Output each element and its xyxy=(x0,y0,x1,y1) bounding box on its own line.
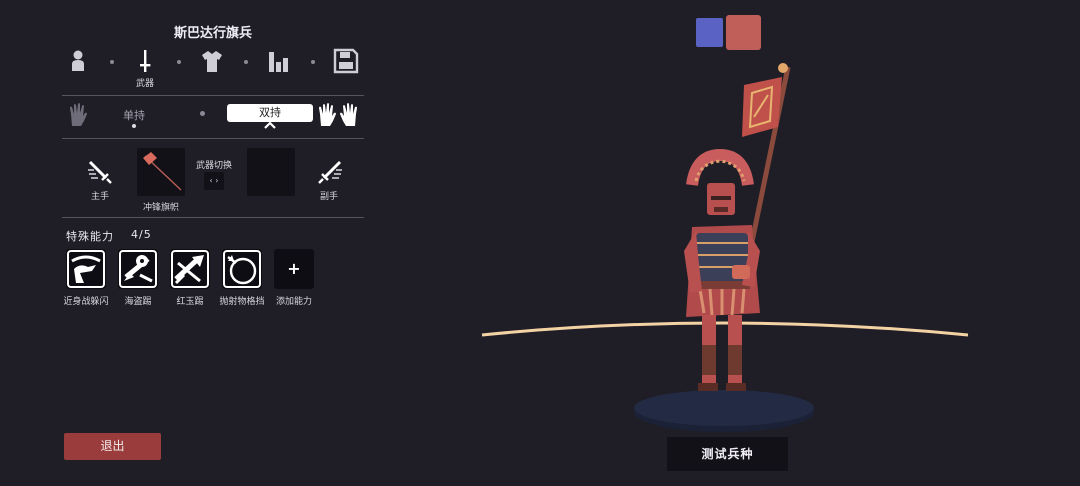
off-hand-label: 副手 xyxy=(319,192,338,202)
standard-bearer-figure xyxy=(684,63,791,391)
stats-icon xyxy=(269,52,288,72)
banner-weapon-icon xyxy=(143,152,182,191)
caret-up-icon xyxy=(264,121,276,129)
unit-editor-screen: 斯巴达行旗兵 武器 单持 双持 主手 冲锋旗帜 武器切换 ‹ › 副手 特殊能力… xyxy=(0,0,1080,486)
save-icon xyxy=(333,48,359,74)
unit-pedestal-top xyxy=(634,390,814,426)
team-blue-selector[interactable] xyxy=(696,18,723,47)
unit-title: 斯巴达行旗兵 xyxy=(173,26,252,41)
tab-separator xyxy=(177,60,181,64)
main-weapon-slot[interactable] xyxy=(137,148,185,196)
page-indicator-dot xyxy=(132,124,136,128)
divider xyxy=(62,217,364,218)
abilities-count: 4/5 xyxy=(131,228,152,241)
hand-mode-selector: 单持 双持 xyxy=(62,100,364,134)
divider xyxy=(62,138,364,139)
projectile-block-icon xyxy=(223,250,261,288)
ability-label-ruby-kick: 红玉踢 xyxy=(176,297,204,307)
weapon-swap-label: 武器切换 xyxy=(195,161,232,171)
ability-label-projectile-block: 抛射物格挡 xyxy=(219,297,265,307)
pirate-kick-icon xyxy=(119,250,157,288)
editor-tabs: 武器 xyxy=(62,46,364,90)
tab-appearance[interactable] xyxy=(63,46,93,86)
divider xyxy=(62,95,364,96)
tab-stats[interactable] xyxy=(264,46,294,86)
main-hand-label: 主手 xyxy=(90,192,109,202)
abilities-heading: 特殊能力 xyxy=(66,230,114,243)
tab-separator xyxy=(110,60,114,64)
add-ability-label: 添加能力 xyxy=(275,297,312,307)
tab-separator xyxy=(244,60,248,64)
dual-hand-icon xyxy=(319,103,357,126)
option-separator xyxy=(200,111,205,116)
team-red-selector[interactable] xyxy=(726,15,761,50)
ability-pirate-kick[interactable] xyxy=(118,249,158,289)
single-hand-icon xyxy=(70,103,87,126)
test-unit-button[interactable]: 测试兵种 xyxy=(667,437,788,471)
single-hand-option[interactable]: 单持 xyxy=(114,107,154,123)
person-icon xyxy=(72,50,84,71)
weapon-swap-button[interactable]: ‹ › xyxy=(204,172,224,190)
sword-icon xyxy=(140,50,151,72)
main-weapon-name: 冲锋旗帜 xyxy=(142,203,179,213)
tab-weapons[interactable]: 武器 xyxy=(130,46,160,89)
shirt-icon xyxy=(202,51,222,72)
tab-clothing[interactable] xyxy=(197,46,227,86)
off-hand-sword-icon[interactable] xyxy=(316,158,344,188)
unit-preview[interactable] xyxy=(470,55,990,445)
main-hand-sword-icon[interactable] xyxy=(86,158,114,188)
tab-save[interactable] xyxy=(331,46,361,86)
ability-dodge[interactable] xyxy=(66,249,106,289)
dodge-icon xyxy=(67,250,105,288)
tab-weapons-label: 武器 xyxy=(135,79,154,89)
ability-ruby-kick[interactable] xyxy=(170,249,210,289)
ability-label-dodge: 近身战躲闪 xyxy=(63,297,109,307)
ability-label-pirate-kick: 海盗踢 xyxy=(124,297,152,307)
ground-line xyxy=(481,321,969,337)
ruby-kick-icon xyxy=(171,250,209,288)
ability-projectile-block[interactable] xyxy=(222,249,262,289)
weapon-slots: 主手 冲锋旗帜 武器切换 ‹ › 副手 xyxy=(62,146,364,213)
tab-separator xyxy=(311,60,315,64)
add-ability-button[interactable]: + xyxy=(274,249,314,289)
off-hand-weapon-slot[interactable] xyxy=(247,148,295,196)
exit-button[interactable]: 退出 xyxy=(64,433,161,460)
